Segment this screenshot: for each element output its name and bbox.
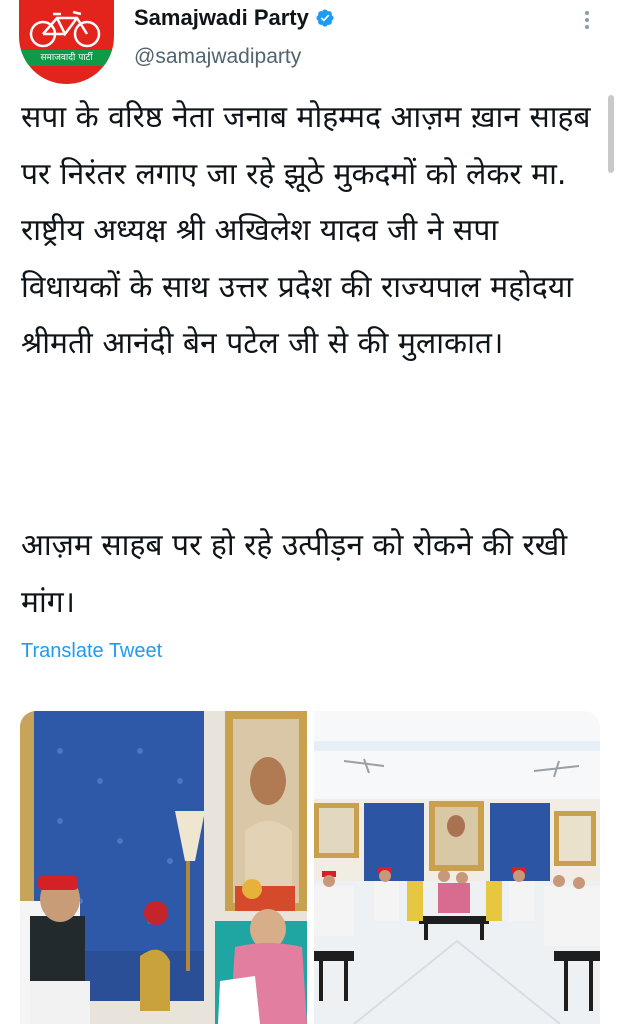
meeting-photo-left: [20, 711, 307, 1024]
avatar[interactable]: समाजवादी पार्टी: [19, 0, 114, 84]
tweet-text-paragraph-1: सपा के वरिष्ठ नेता जनाब मोहम्मद आज़म ख़ा…: [21, 100, 591, 361]
tweet-photo-1[interactable]: [20, 711, 307, 1024]
more-options-icon[interactable]: [577, 8, 597, 34]
author-handle[interactable]: @samajwadiparty: [134, 45, 301, 69]
tweet-text-paragraph-2: आज़म साहब पर हो रहे उत्पीड़न को रोकने की…: [21, 528, 568, 620]
author-name-row: Samajwadi Party: [134, 5, 335, 31]
avatar-label: समाजवादी पार्टी: [19, 50, 114, 66]
tweet-photo-2[interactable]: [314, 711, 600, 1024]
meeting-photo-right: [314, 711, 600, 1024]
scrollbar-thumb[interactable]: [608, 95, 614, 173]
verified-badge-icon: [316, 9, 334, 27]
translate-tweet-link[interactable]: Translate Tweet: [21, 640, 162, 663]
display-name[interactable]: Samajwadi Party: [134, 5, 309, 31]
bicycle-icon: [29, 10, 101, 48]
